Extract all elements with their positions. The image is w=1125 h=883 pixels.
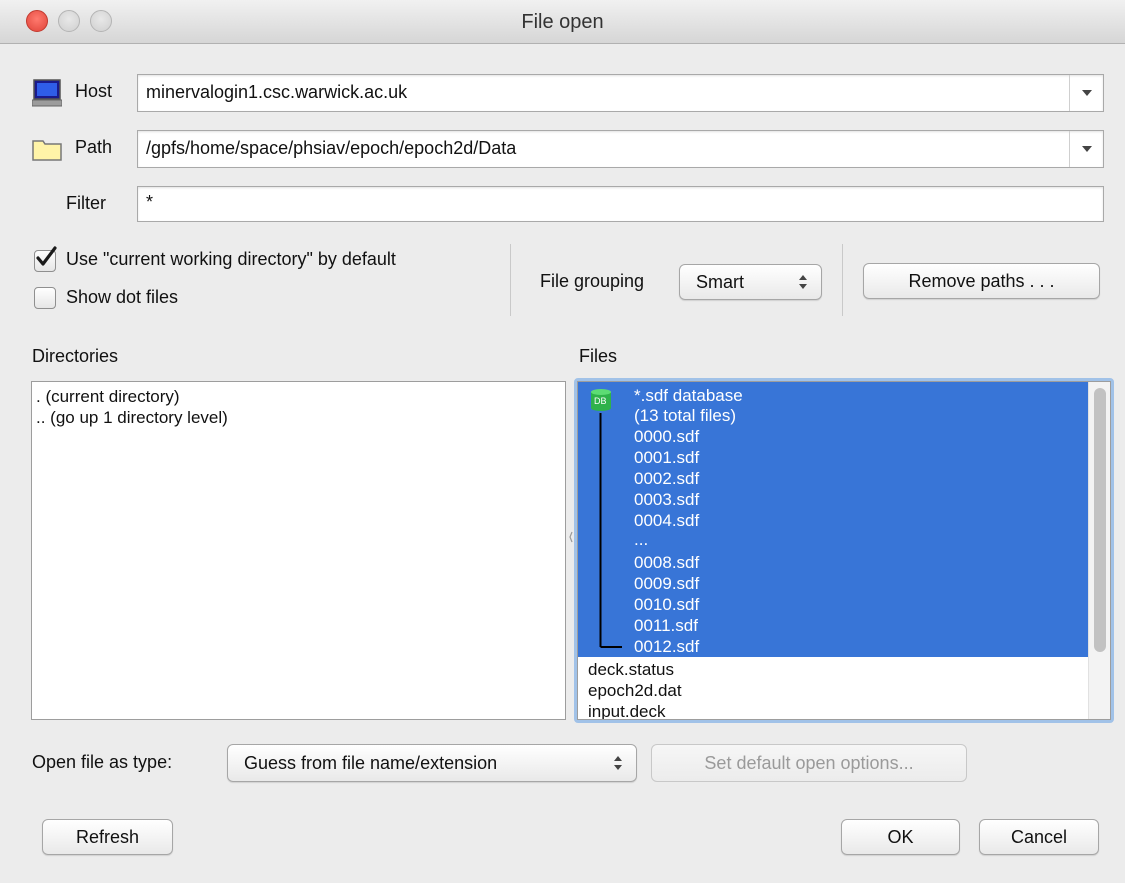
open-type-value: Guess from file name/extension: [244, 752, 498, 773]
updown-arrows-icon: [614, 756, 622, 770]
list-item[interactable]: 0011.sdf: [634, 616, 698, 636]
chevron-down-icon: [1081, 146, 1092, 152]
list-item[interactable]: 0004.sdf: [634, 511, 699, 531]
use-cwd-checkbox[interactable]: [34, 246, 57, 272]
chevron-down-icon: [1081, 90, 1092, 96]
file-grouping-value: Smart: [696, 271, 745, 292]
folder-icon: [32, 136, 62, 162]
filter-input[interactable]: *: [137, 186, 1104, 222]
separator: [842, 244, 843, 316]
host-value: minervalogin1.csc.warwick.ac.uk: [146, 82, 408, 102]
database-title[interactable]: *.sdf database: [634, 386, 743, 406]
use-cwd-label: Use "current working directory" by defau…: [66, 249, 396, 269]
files-label: Files: [579, 346, 618, 366]
ok-button[interactable]: OK: [841, 819, 960, 855]
path-label: Path: [75, 137, 113, 157]
list-item[interactable]: 0012.sdf: [634, 637, 699, 657]
list-item[interactable]: 0002.sdf: [634, 469, 699, 489]
path-dropdown-arrow[interactable]: [1069, 131, 1103, 167]
list-item[interactable]: 0003.sdf: [634, 490, 699, 510]
files-scrollbar[interactable]: [1088, 382, 1110, 719]
list-item[interactable]: 0010.sdf: [634, 595, 699, 615]
filter-label: Filter: [66, 193, 106, 213]
separator: [510, 244, 511, 316]
set-default-options-button: Set default open options...: [651, 744, 967, 782]
show-dot-files-checkbox[interactable]: [34, 287, 56, 309]
directories-label: Directories: [32, 346, 119, 366]
host-dropdown-arrow[interactable]: [1069, 75, 1103, 111]
computer-icon: [31, 78, 63, 108]
files-list[interactable]: DB *.sdf database (13 total files) 0000.…: [577, 381, 1111, 720]
list-item[interactable]: epoch2d.dat: [588, 681, 682, 701]
list-item: ...: [634, 530, 649, 549]
list-item[interactable]: 0000.sdf: [634, 427, 699, 447]
file-grouping-label: File grouping: [540, 271, 645, 291]
database-count: (13 total files): [634, 406, 737, 425]
path-value: /gpfs/home/space/phsiav/epoch/epoch2d/Da…: [146, 138, 517, 158]
list-item[interactable]: input.deck: [588, 702, 666, 719]
title-bar: File open: [0, 0, 1125, 44]
list-item[interactable]: .. (go up 1 directory level): [32, 407, 565, 428]
list-item[interactable]: 0001.sdf: [634, 448, 699, 468]
list-item[interactable]: 0009.sdf: [634, 574, 699, 594]
host-combo[interactable]: minervalogin1.csc.warwick.ac.uk: [137, 74, 1104, 112]
list-item[interactable]: . (current directory): [32, 386, 565, 407]
host-label: Host: [75, 81, 113, 101]
remove-paths-button[interactable]: Remove paths . . .: [863, 263, 1100, 299]
open-type-label: Open file as type:: [32, 752, 173, 772]
tree-lines: [599, 413, 622, 648]
refresh-button[interactable]: Refresh: [42, 819, 173, 855]
list-item[interactable]: 0008.sdf: [634, 553, 699, 573]
checkmark-icon: [36, 246, 57, 266]
show-dot-files-label: Show dot files: [66, 287, 179, 307]
open-type-select[interactable]: Guess from file name/extension: [227, 744, 637, 782]
updown-arrows-icon: [799, 275, 807, 289]
directories-list[interactable]: . (current directory) .. (go up 1 direct…: [31, 381, 566, 720]
list-item[interactable]: deck.status: [588, 660, 674, 680]
file-grouping-select[interactable]: Smart: [679, 264, 822, 300]
cancel-button[interactable]: Cancel: [979, 819, 1099, 855]
path-combo[interactable]: /gpfs/home/space/phsiav/epoch/epoch2d/Da…: [137, 130, 1104, 168]
files-scrollbar-thumb[interactable]: [1094, 388, 1106, 652]
window-title: File open: [521, 11, 604, 33]
